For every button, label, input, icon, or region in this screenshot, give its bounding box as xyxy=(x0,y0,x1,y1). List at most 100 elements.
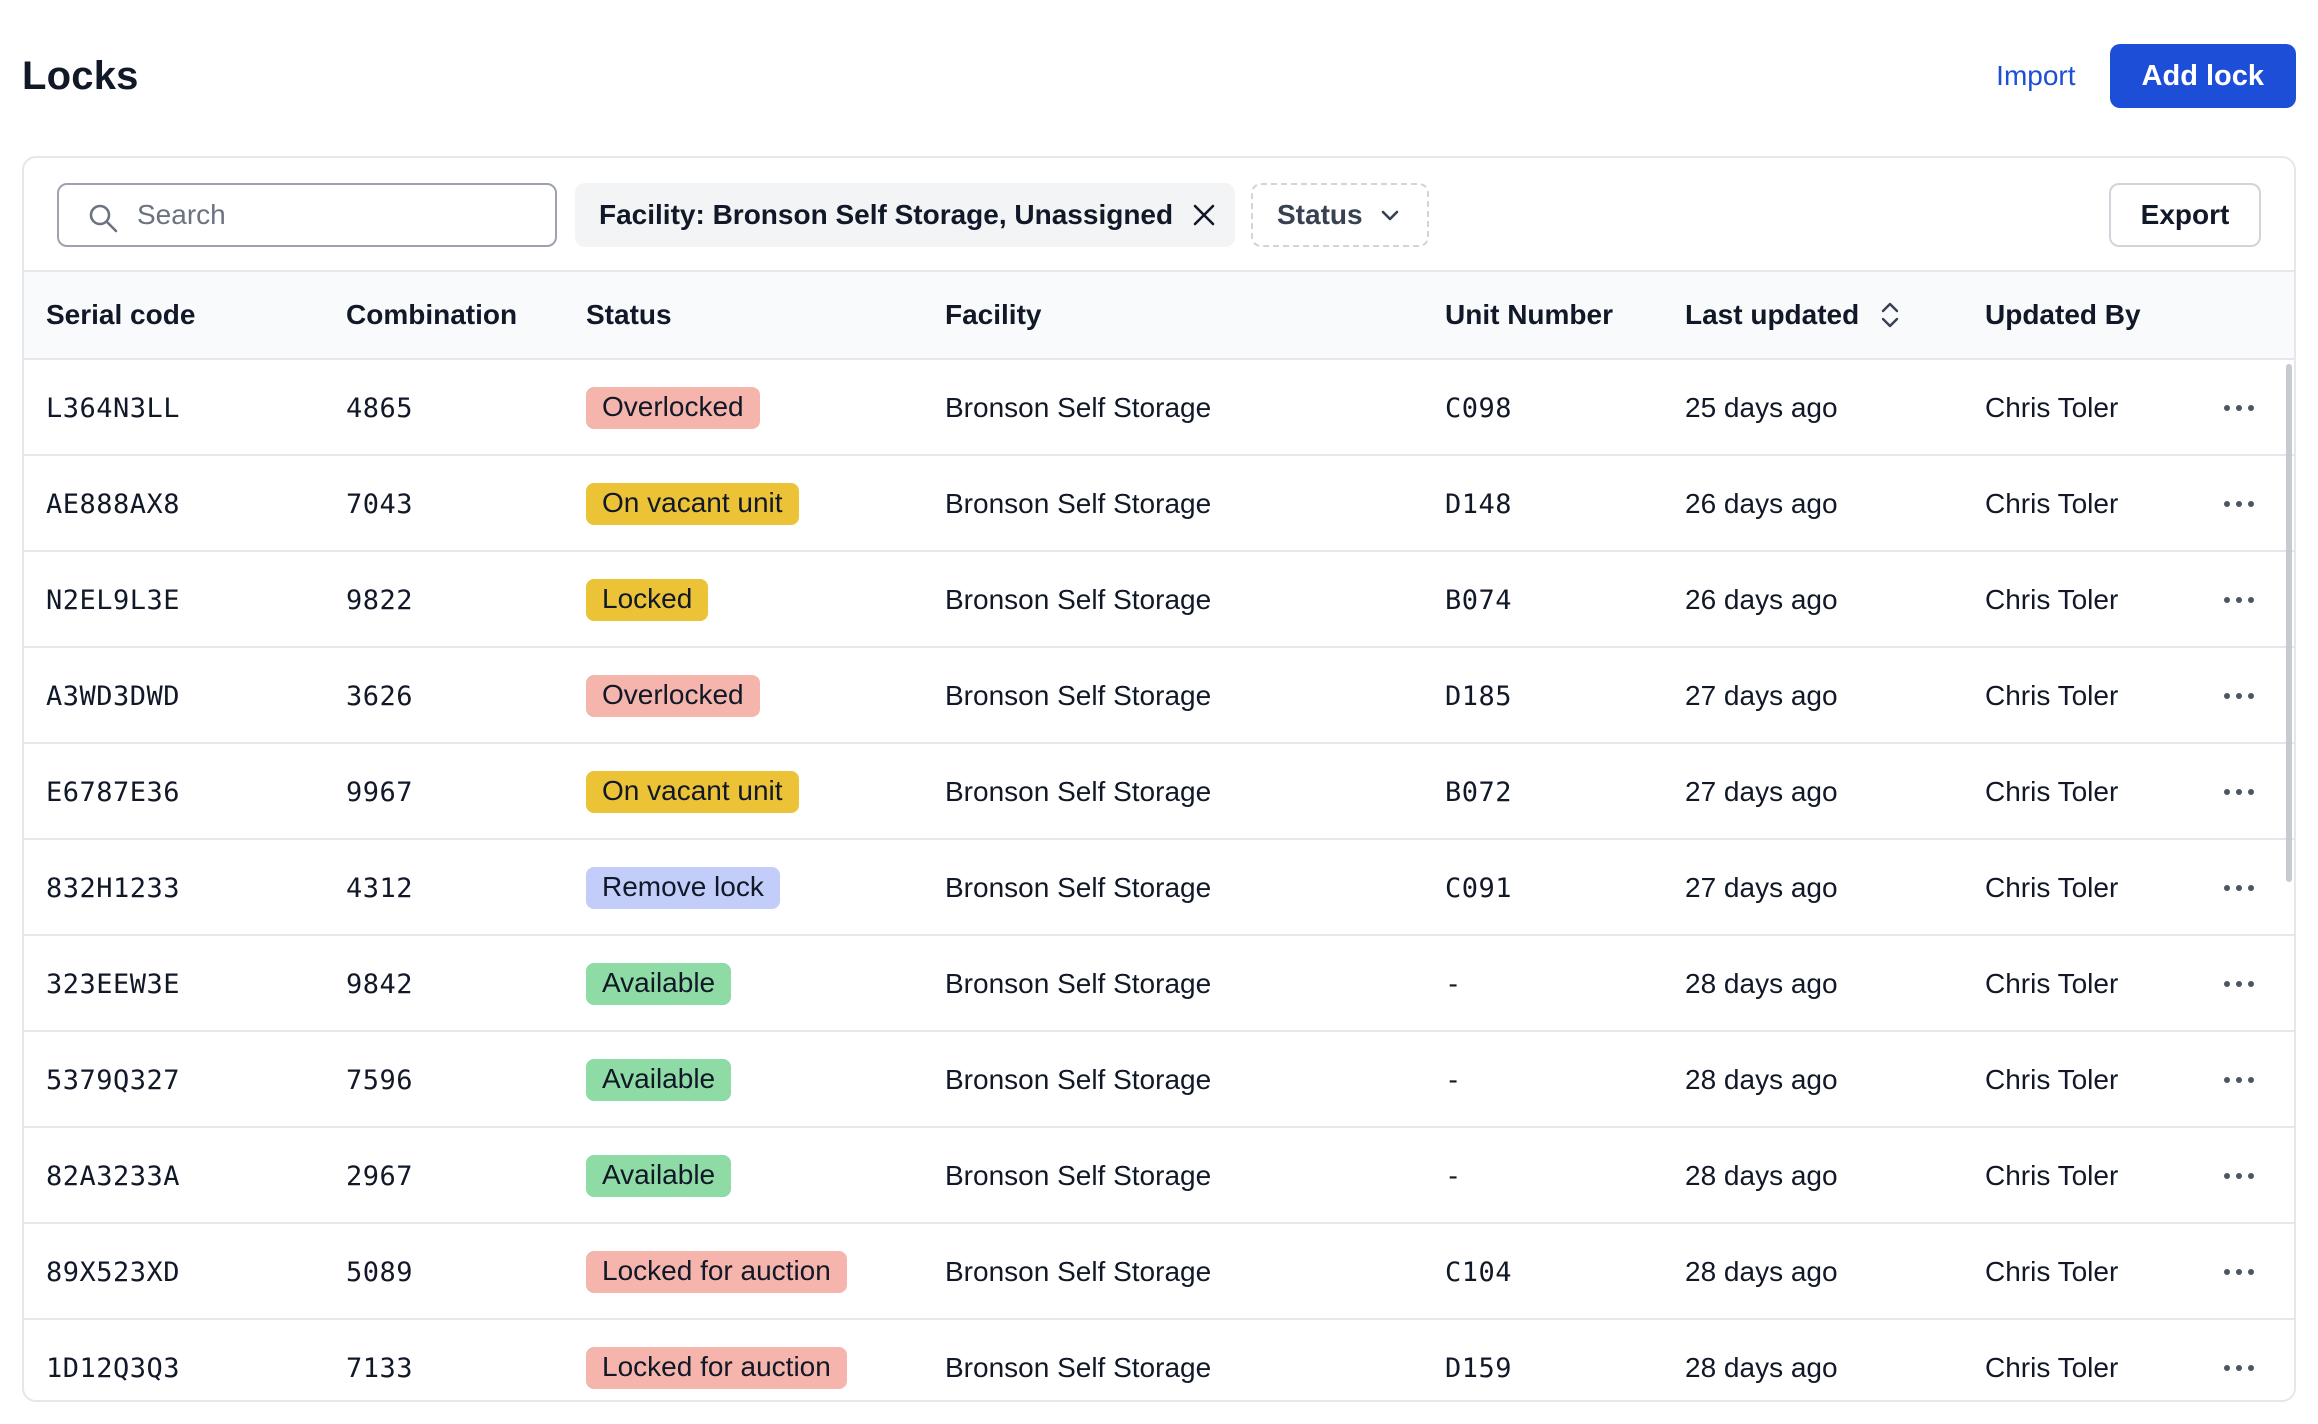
search-box[interactable] xyxy=(57,183,557,247)
status-badge: Available xyxy=(586,1155,732,1197)
unit-number-cell: - xyxy=(1445,968,1462,1000)
status-badge: Locked for auction xyxy=(586,1251,847,1293)
export-button[interactable]: Export xyxy=(2109,183,2261,247)
unit-number-cell: C091 xyxy=(1445,872,1513,904)
table-row[interactable]: 82A3233A 2967 Available Bronson Self Storag… xyxy=(24,1128,2294,1224)
status-filter-dropdown[interactable]: Status xyxy=(1251,183,1429,247)
table-row[interactable]: A3WD3DWD 3626 Overlocked Bronson Self Stora… xyxy=(24,648,2294,744)
unit-number-cell: - xyxy=(1445,1160,1462,1192)
status-cell: Locked xyxy=(586,552,709,648)
more-options-icon[interactable] xyxy=(2219,969,2259,999)
close-icon[interactable] xyxy=(1191,202,1217,228)
locks-table-card: Facility: Bronson Self Storage, Unassign… xyxy=(22,156,2296,1402)
serial-code-cell: E6787E36 xyxy=(46,776,181,808)
status-badge: Remove lock xyxy=(586,867,780,909)
column-header-status[interactable]: Status xyxy=(586,272,672,358)
combination-cell: 7133 xyxy=(346,1352,414,1384)
status-cell: Remove lock xyxy=(586,840,780,936)
facility-cell: Bronson Self Storage xyxy=(945,1064,1212,1095)
status-cell: On vacant unit xyxy=(586,456,799,552)
table-row[interactable]: 1D12Q3Q3 7133 Locked for auction Bronson Se… xyxy=(24,1320,2294,1400)
more-options-icon[interactable] xyxy=(2219,777,2259,807)
table-row[interactable]: 89X523XD 5089 Locked for auction Bronson Se… xyxy=(24,1224,2294,1320)
unit-number-cell: C098 xyxy=(1445,392,1513,424)
more-options-icon[interactable] xyxy=(2219,1353,2259,1383)
updated-by-cell: Chris Toler xyxy=(1985,968,2119,999)
combination-cell: 9842 xyxy=(346,968,414,1000)
updated-by-cell: Chris Toler xyxy=(1985,392,2119,423)
status-cell: Overlocked xyxy=(586,648,760,744)
table-toolbar: Facility: Bronson Self Storage, Unassign… xyxy=(24,158,2294,272)
last-updated-cell: 28 days ago xyxy=(1685,968,1838,999)
facility-cell: Bronson Self Storage xyxy=(945,1256,1212,1287)
add-lock-button[interactable]: Add lock xyxy=(2109,44,2296,108)
combination-cell: 2967 xyxy=(346,1160,414,1192)
combination-cell: 7596 xyxy=(346,1064,414,1096)
status-filter-label: Status xyxy=(1277,199,1363,230)
scrollbar[interactable] xyxy=(2286,364,2292,882)
column-header-serial[interactable]: Serial code xyxy=(46,272,195,358)
serial-code-cell: 89X523XD xyxy=(46,1256,181,1288)
combination-cell: 9967 xyxy=(346,776,414,808)
combination-cell: 4865 xyxy=(346,392,414,424)
table-header: Serial code Combination Status Facility … xyxy=(24,272,2294,360)
updated-by-cell: Chris Toler xyxy=(1985,1256,2119,1287)
serial-code-cell: N2EL9L3E xyxy=(46,584,181,616)
updated-by-cell: Chris Toler xyxy=(1985,680,2119,711)
column-header-unit-number[interactable]: Unit Number xyxy=(1445,272,1613,358)
column-header-combination[interactable]: Combination xyxy=(346,272,517,358)
combination-cell: 7043 xyxy=(346,488,414,520)
column-header-updated-by[interactable]: Updated By xyxy=(1985,272,2141,358)
column-header-facility[interactable]: Facility xyxy=(945,272,1041,358)
table-row[interactable]: 323EEW3E 9842 Available Bronson Self Storag… xyxy=(24,936,2294,1032)
facility-cell: Bronson Self Storage xyxy=(945,392,1212,423)
table-row[interactable]: E6787E36 9967 On vacant unit Bronson Self S… xyxy=(24,744,2294,840)
updated-by-cell: Chris Toler xyxy=(1985,1352,2119,1383)
updated-by-cell: Chris Toler xyxy=(1985,1160,2119,1191)
page-title: Locks xyxy=(22,54,139,98)
last-updated-cell: 27 days ago xyxy=(1685,776,1838,807)
status-cell: On vacant unit xyxy=(586,744,799,840)
more-options-icon[interactable] xyxy=(2219,681,2259,711)
unit-number-cell: - xyxy=(1445,1064,1462,1096)
table-row[interactable]: L364N3LL 4865 Overlocked Bronson Self Stora… xyxy=(24,360,2294,456)
table-row[interactable]: N2EL9L3E 9822 Locked Bronson Self Storage B0… xyxy=(24,552,2294,648)
column-header-last-updated[interactable]: Last updated xyxy=(1685,272,1903,358)
status-badge: Available xyxy=(586,963,732,1005)
column-header-last-updated-label: Last updated xyxy=(1685,299,1860,330)
table-row[interactable]: AE888AX8 7043 On vacant unit Bronson Self S… xyxy=(24,456,2294,552)
sort-icon[interactable] xyxy=(1877,300,1903,330)
updated-by-cell: Chris Toler xyxy=(1985,584,2119,615)
last-updated-cell: 28 days ago xyxy=(1685,1256,1838,1287)
combination-cell: 5089 xyxy=(346,1256,414,1288)
facility-filter-chip[interactable]: Facility: Bronson Self Storage, Unassign… xyxy=(575,183,1236,247)
unit-number-cell: B074 xyxy=(1445,584,1513,616)
last-updated-cell: 26 days ago xyxy=(1685,488,1838,519)
search-input[interactable] xyxy=(137,195,537,235)
last-updated-cell: 27 days ago xyxy=(1685,872,1838,903)
serial-code-cell: 1D12Q3Q3 xyxy=(46,1352,181,1384)
status-cell: Locked for auction xyxy=(586,1224,847,1320)
facility-cell: Bronson Self Storage xyxy=(945,968,1212,999)
serial-code-cell: AE888AX8 xyxy=(46,488,181,520)
facility-filter-label: Facility: Bronson Self Storage, Unassign… xyxy=(599,199,1174,230)
more-options-icon[interactable] xyxy=(2219,873,2259,903)
updated-by-cell: Chris Toler xyxy=(1985,872,2119,903)
more-options-icon[interactable] xyxy=(2219,585,2259,615)
last-updated-cell: 28 days ago xyxy=(1685,1352,1838,1383)
table-row[interactable]: 5379Q327 7596 Available Bronson Self Storag… xyxy=(24,1032,2294,1128)
more-options-icon[interactable] xyxy=(2219,1065,2259,1095)
more-options-icon[interactable] xyxy=(2219,1161,2259,1191)
page-header: Locks Import Add lock xyxy=(22,44,2296,108)
import-link[interactable]: Import xyxy=(1996,60,2075,92)
more-options-icon[interactable] xyxy=(2219,393,2259,423)
table-row[interactable]: 832H1233 4312 Remove lock Bronson Self Stor… xyxy=(24,840,2294,936)
updated-by-cell: Chris Toler xyxy=(1985,1064,2119,1095)
combination-cell: 9822 xyxy=(346,584,414,616)
more-options-icon[interactable] xyxy=(2219,489,2259,519)
more-options-icon[interactable] xyxy=(2219,1257,2259,1287)
facility-cell: Bronson Self Storage xyxy=(945,584,1212,615)
status-cell: Locked for auction xyxy=(586,1320,847,1400)
unit-number-cell: B072 xyxy=(1445,776,1513,808)
table-body: L364N3LL 4865 Overlocked Bronson Self Stora… xyxy=(24,360,2294,1400)
